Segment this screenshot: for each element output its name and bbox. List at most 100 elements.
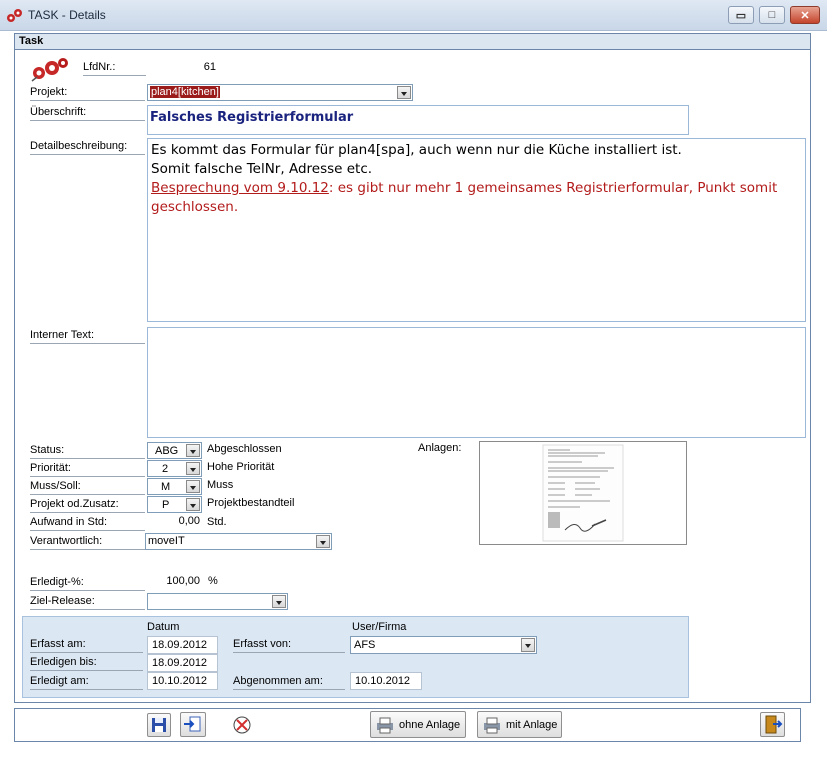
- status-select[interactable]: ABG: [147, 442, 202, 459]
- print-mit-anlage-button[interactable]: mit Anlage: [477, 711, 562, 738]
- cancel-button[interactable]: [229, 711, 255, 737]
- muss-text-box: Muss: [204, 478, 409, 494]
- erfasst-am-input[interactable]: 18.09.2012: [147, 636, 218, 654]
- detail-textarea[interactable]: Es kommt das Formular für plan4[spa], au…: [147, 138, 806, 322]
- exit-button[interactable]: [760, 712, 785, 737]
- zusatz-text-box: Projektbestandteil: [204, 496, 409, 512]
- aufwand-unit: Std.: [207, 516, 227, 528]
- muss-label: Muss/Soll:: [30, 480, 145, 495]
- erfasst-am-label: Erfasst am:: [30, 638, 143, 653]
- prio-text: Hohe Priorität: [207, 461, 275, 473]
- datum-header: Datum: [147, 621, 180, 633]
- chevron-down-icon[interactable]: [186, 444, 200, 457]
- aufwand-label: Aufwand in Std:: [30, 516, 145, 531]
- close-button[interactable]: ✕: [790, 6, 820, 24]
- lfdnr-value: 61: [203, 61, 216, 73]
- erfasst-am-value: 18.09.2012: [152, 639, 208, 651]
- erledigt-am-label: Erledigt am:: [30, 675, 143, 690]
- minimize-icon: ▭: [735, 9, 747, 22]
- chevron-down-icon[interactable]: [397, 86, 411, 99]
- zusatz-label: Projekt od.Zusatz:: [30, 498, 145, 513]
- zusatz-select[interactable]: P: [147, 496, 202, 513]
- print-ohne-anlage-button[interactable]: ohne Anlage: [370, 711, 466, 738]
- maximize-button[interactable]: □: [759, 6, 785, 24]
- status-code: ABG: [155, 445, 179, 457]
- lfdnr-label: LfdNr.:: [83, 61, 146, 76]
- app-gears-icon: [7, 9, 22, 22]
- status-label: Status:: [30, 444, 145, 459]
- abgenommen-value: 10.10.2012: [355, 675, 411, 687]
- ziel-label: Ziel-Release:: [30, 595, 145, 610]
- zusatz-text: Projektbestandteil: [207, 497, 295, 509]
- projekt-selected-value: plan4[kitchen]: [150, 86, 220, 98]
- printer-icon: [377, 717, 393, 734]
- import-arrow-icon: [184, 716, 201, 732]
- minimize-button[interactable]: ▭: [728, 6, 754, 24]
- user-header: User/Firma: [352, 621, 407, 633]
- clock-cancel-icon: [233, 716, 251, 734]
- prio-label: Priorität:: [30, 462, 145, 477]
- title-bar: [0, 0, 827, 31]
- chevron-down-icon[interactable]: [186, 462, 200, 475]
- verantw-label: Verantwortlich:: [30, 535, 145, 550]
- aufwand-input[interactable]: 0,00: [147, 514, 202, 530]
- chevron-down-icon[interactable]: [316, 535, 330, 548]
- detail-meeting-link[interactable]: Besprechung vom 9.10.12: [151, 180, 329, 196]
- intern-textarea[interactable]: [147, 327, 806, 438]
- erledigen-bis-value: 18.09.2012: [152, 657, 208, 669]
- detail-line-2: Somit falsche TelNr, Adresse etc.: [151, 161, 373, 177]
- erledigt-pct-value: 100,00: [166, 575, 200, 587]
- exit-door-icon: [765, 715, 783, 734]
- muss-text: Muss: [207, 479, 234, 491]
- erledigt-am-value: 10.10.2012: [152, 675, 208, 687]
- prio-select[interactable]: 2: [147, 460, 202, 477]
- attachment-preview[interactable]: [479, 441, 687, 545]
- chevron-down-icon[interactable]: [272, 595, 286, 608]
- erfasst-von-value: AFS: [354, 639, 376, 651]
- ueberschrift-input[interactable]: Falsches Registrierformular: [147, 105, 689, 135]
- maximize-icon: □: [768, 9, 776, 21]
- erledigt-pct-unit-box: %: [204, 574, 229, 590]
- anlagen-label: Anlagen:: [418, 442, 462, 454]
- erledigt-am-input[interactable]: 10.10.2012: [147, 672, 218, 690]
- floppy-disk-icon: [152, 718, 166, 732]
- erledigen-bis-input[interactable]: 18.09.2012: [147, 654, 218, 672]
- close-icon: ✕: [800, 9, 810, 22]
- printer-icon: [484, 717, 500, 734]
- erledigen-bis-label: Erledigen bis:: [30, 656, 143, 671]
- projekt-select[interactable]: plan4[kitchen]: [147, 84, 413, 101]
- chevron-down-icon[interactable]: [186, 498, 200, 511]
- verantw-select[interactable]: moveIT: [145, 533, 332, 550]
- prio-code: 2: [162, 463, 169, 475]
- erledigt-pct-input[interactable]: 100,00: [147, 574, 202, 590]
- chevron-down-icon[interactable]: [521, 638, 535, 652]
- erledigt-pct-unit: %: [208, 575, 218, 587]
- task-section-header: [15, 34, 810, 50]
- detail-label: Detailbeschreibung:: [30, 140, 145, 155]
- erledigt-pct-label: Erledigt-%:: [30, 576, 145, 591]
- abgenommen-input[interactable]: 10.10.2012: [350, 672, 422, 690]
- erfasst-von-label: Erfasst von:: [233, 638, 345, 653]
- ziel-select[interactable]: [147, 593, 288, 610]
- projekt-label: Projekt:: [30, 86, 145, 101]
- abgenommen-label: Abgenommen am:: [233, 675, 345, 690]
- erfasst-von-select[interactable]: AFS: [350, 636, 537, 654]
- import-button[interactable]: [180, 712, 206, 737]
- gears-logo-icon: [31, 58, 68, 82]
- ueberschrift-label: Überschrift:: [30, 106, 145, 121]
- muss-code: M: [161, 481, 171, 493]
- save-button[interactable]: [147, 713, 171, 737]
- prio-text-box: Hohe Priorität: [204, 460, 409, 476]
- ueberschrift-value: Falsches Registrierformular: [150, 110, 354, 125]
- mit-anlage-label: mit Anlage: [506, 719, 558, 731]
- window-title: TASK - Details: [28, 8, 106, 22]
- aufwand-value: 0,00: [178, 515, 200, 527]
- muss-select[interactable]: M: [147, 478, 202, 495]
- chevron-down-icon[interactable]: [186, 480, 200, 493]
- detail-line-1: Es kommt das Formular für plan4[spa], au…: [151, 142, 682, 158]
- intern-label: Interner Text:: [30, 329, 145, 344]
- section-title: Task: [19, 35, 44, 47]
- status-text-box: Abgeschlossen: [204, 442, 409, 458]
- status-text: Abgeschlossen: [207, 443, 282, 455]
- verantw-value: moveIT: [148, 535, 185, 547]
